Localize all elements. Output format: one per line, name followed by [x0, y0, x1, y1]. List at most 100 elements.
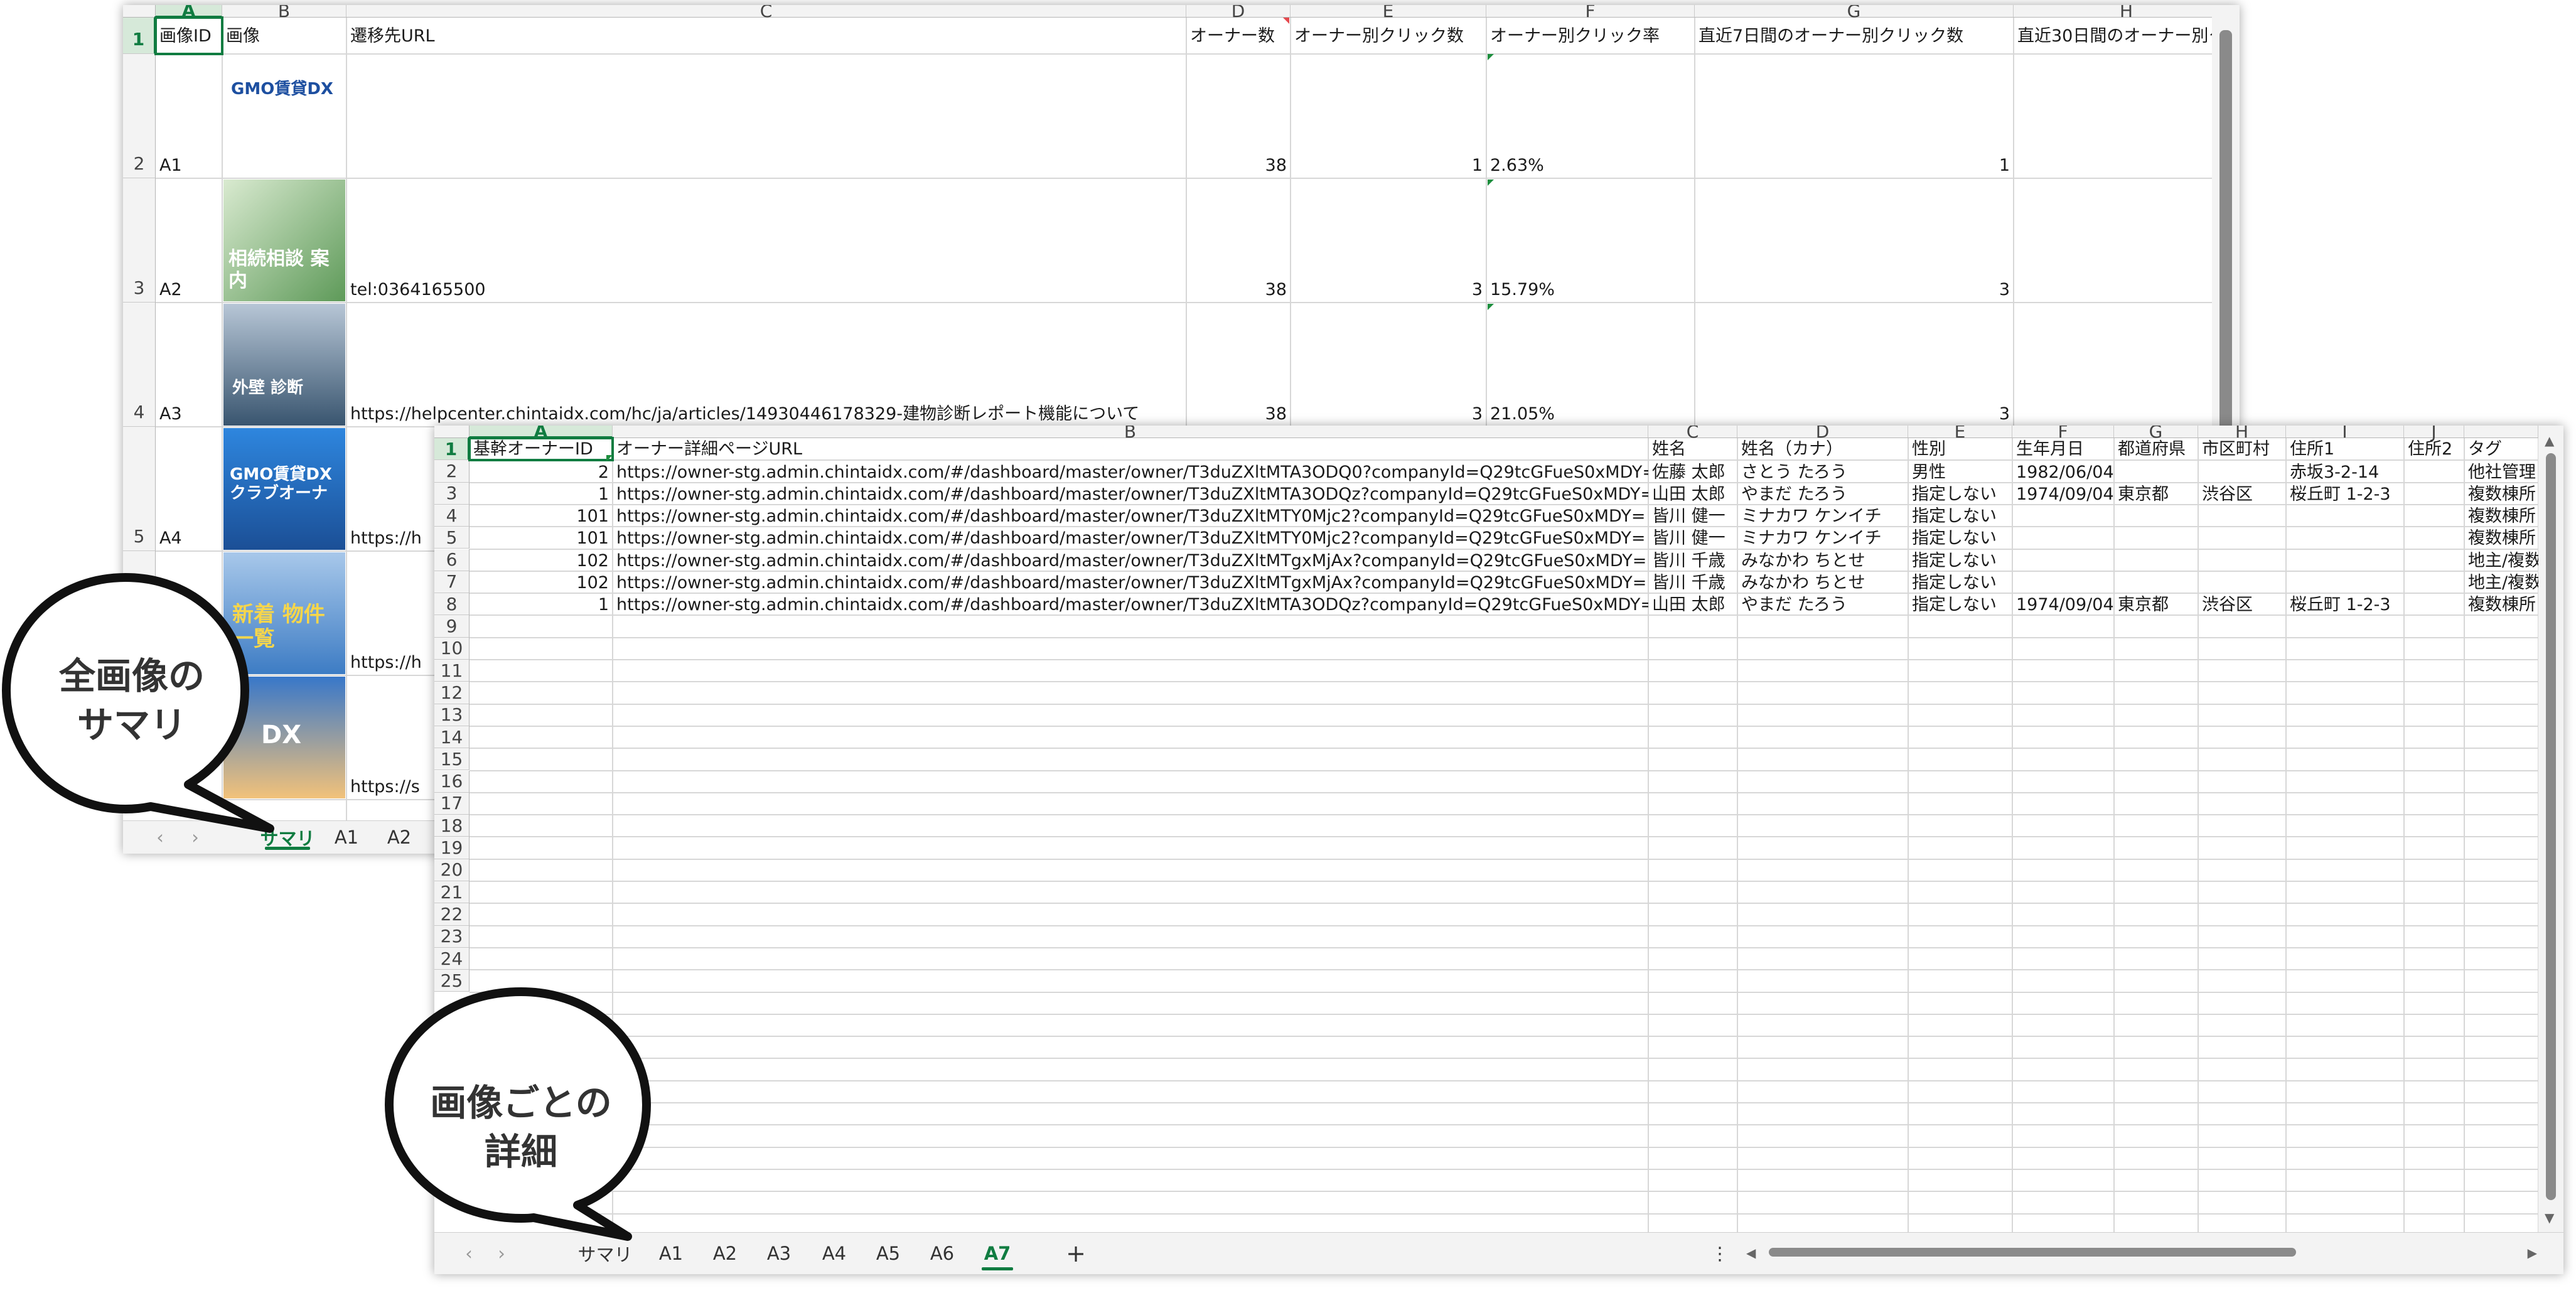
horizontal-scrollbar[interactable]: ◀ ▶ [1746, 1244, 2537, 1260]
detail-col-header-H[interactable]: H [2198, 426, 2286, 442]
detail-header-3[interactable]: 姓名（カナ） [1737, 438, 1908, 460]
detail-cell-r2-c10[interactable]: 他社管理 [2464, 460, 2538, 482]
summary-col-header-B[interactable]: B [222, 5, 346, 21]
detail-header-6[interactable]: 都道府県 [2114, 438, 2198, 460]
summary-cell-F4[interactable]: 21.05% [1486, 303, 1695, 424]
detail-row-header-8[interactable]: 8 [434, 593, 470, 616]
detail-col-header-J[interactable]: J [2404, 426, 2464, 442]
detail-row-header-10[interactable]: 10 [434, 637, 470, 660]
summary-cell-F3[interactable]: 15.79% [1486, 178, 1695, 300]
detail-cell-r5-c1[interactable]: https://owner-stg.admin.chintaidx.com/#/… [613, 527, 1648, 549]
detail-cell-r8-c6[interactable]: 東京都 [2114, 593, 2198, 615]
summary-col-header-C[interactable]: C [346, 5, 1186, 21]
summary-header-F[interactable]: オーナー別クリック率 [1486, 18, 1695, 54]
detail-cell-r7-c1[interactable]: https://owner-stg.admin.chintaidx.com/#/… [613, 571, 1648, 593]
sheet-tab-A4[interactable]: A4 [811, 1233, 857, 1274]
summary-row-header-5[interactable]: 5 [123, 427, 156, 551]
detail-cell-r3-c0[interactable]: 1 [470, 483, 613, 505]
detail-cell-r7-c0[interactable]: 102 [470, 571, 613, 593]
detail-cell-r3-c7[interactable]: 渋谷区 [2198, 483, 2286, 505]
detail-col-header-E[interactable]: E [1908, 426, 2012, 442]
detail-cell-r4-c2[interactable]: 皆川 健一 [1648, 505, 1737, 527]
detail-col-header-I[interactable]: I [2286, 426, 2404, 442]
summary-header-H[interactable]: 直近30日間のオーナー別ク [2014, 18, 2240, 54]
detail-col-header-A[interactable]: A [470, 426, 613, 441]
detail-row-header-24[interactable]: 24 [434, 947, 470, 970]
detail-cell-r7-c10[interactable]: 地主/複数 [2464, 571, 2538, 593]
summary-col-header-A[interactable]: A [156, 5, 222, 21]
detail-cell-r4-c3[interactable]: ミナカワ ケンイチ [1737, 505, 1908, 527]
summary-cell-A3[interactable]: A2 [156, 178, 222, 300]
detail-cell-r3-c8[interactable]: 桜丘町 1-2-3 [2286, 483, 2404, 505]
detail-cell-r2-c5[interactable]: 1982/06/04 [2012, 460, 2114, 482]
detail-row-header-16[interactable]: 16 [434, 770, 470, 793]
summary-header-B[interactable]: 画像 [222, 18, 346, 54]
detail-col-header-K[interactable] [2464, 426, 2538, 438]
summary-cell-C3[interactable]: tel:0364165500 [346, 178, 1186, 300]
detail-cell-r7-c3[interactable]: みなかわ ちとせ [1737, 571, 1908, 593]
detail-header-10[interactable]: タグ [2464, 438, 2538, 460]
sheet-tab-A2[interactable]: A2 [702, 1233, 748, 1274]
detail-cell-r6-c4[interactable]: 指定しない [1908, 549, 2012, 571]
summary-cell-D4[interactable]: 38 [1186, 303, 1291, 424]
summary-image-thumbnail[interactable]: GMO賃貸DX [223, 55, 345, 177]
summary-cell-A4[interactable]: A3 [156, 303, 222, 424]
detail-header-2[interactable]: 姓名 [1648, 438, 1737, 460]
detail-cell-r5-c4[interactable]: 指定しない [1908, 527, 2012, 549]
summary-cell-C4[interactable]: https://helpcenter.chintaidx.com/hc/ja/a… [346, 303, 1186, 424]
summary-cell-G4[interactable]: 3 [1695, 303, 2014, 424]
detail-cell-r8-c3[interactable]: やまだ たろう [1737, 593, 1908, 615]
detail-cell-r6-c0[interactable]: 102 [470, 549, 613, 571]
detail-cell-r7-c4[interactable]: 指定しない [1908, 571, 2012, 593]
detail-vertical-scrollbar[interactable]: ▲ ▼ [2538, 426, 2563, 1233]
scroll-down-arrow-icon[interactable]: ▼ [2545, 1210, 2554, 1225]
detail-header-8[interactable]: 住所1 [2286, 438, 2404, 460]
detail-cell-r8-c1[interactable]: https://owner-stg.admin.chintaidx.com/#/… [613, 593, 1648, 615]
detail-row-header-6[interactable]: 6 [434, 549, 470, 571]
detail-cell-r8-c0[interactable]: 1 [470, 593, 613, 615]
detail-header-7[interactable]: 市区町村 [2198, 438, 2286, 460]
detail-row-header-23[interactable]: 23 [434, 925, 470, 948]
summary-cell-D3[interactable]: 38 [1186, 178, 1291, 300]
detail-cell-r2-c8[interactable]: 赤坂3-2-14 [2286, 460, 2404, 482]
detail-cell-r8-c4[interactable]: 指定しない [1908, 593, 2012, 615]
summary-image-thumbnail[interactable]: 外壁 診断 [223, 304, 345, 426]
summary-col-header-H[interactable]: H [2014, 5, 2240, 21]
detail-col-header-C[interactable]: C [1648, 426, 1737, 442]
summary-cell-D2[interactable]: 38 [1186, 54, 1291, 176]
detail-row-header-19[interactable]: 19 [434, 837, 470, 859]
summary-row-header-2[interactable]: 2 [123, 54, 156, 178]
detail-header-4[interactable]: 性別 [1908, 438, 2012, 460]
detail-header-9[interactable]: 住所2 [2404, 438, 2464, 460]
detail-col-header-D[interactable]: D [1737, 426, 1908, 442]
add-sheet-button[interactable]: + [1057, 1233, 1095, 1274]
detail-cell-r8-c2[interactable]: 山田 太郎 [1648, 593, 1737, 615]
detail-row-header-7[interactable]: 7 [434, 571, 470, 594]
detail-row-header-12[interactable]: 12 [434, 682, 470, 704]
detail-cell-r2-c2[interactable]: 佐藤 太郎 [1648, 460, 1737, 482]
sheet-tab-A6[interactable]: A6 [919, 1233, 965, 1274]
detail-cell-r5-c2[interactable]: 皆川 健一 [1648, 527, 1737, 549]
detail-row-header-1[interactable]: 1 [434, 438, 470, 461]
summary-row-header-3[interactable]: 3 [123, 178, 156, 303]
detail-row-header-20[interactable]: 20 [434, 859, 470, 881]
summary-cell-G2[interactable]: 1 [1695, 54, 2014, 176]
sheet-tab-A7[interactable]: A7 [974, 1233, 1021, 1274]
scroll-up-arrow-icon[interactable]: ▲ [2545, 433, 2554, 448]
detail-col-header-G[interactable]: G [2114, 426, 2198, 442]
detail-cell-r5-c10[interactable]: 複数棟所 [2464, 527, 2538, 549]
summary-col-header-E[interactable]: E [1291, 5, 1486, 21]
scroll-left-arrow-icon[interactable]: ◀ [1746, 1245, 1756, 1260]
detail-cell-r2-c3[interactable]: さとう たろう [1737, 460, 1908, 482]
detail-cell-r2-c1[interactable]: https://owner-stg.admin.chintaidx.com/#/… [613, 460, 1648, 482]
detail-cell-r3-c6[interactable]: 東京都 [2114, 483, 2198, 505]
summary-col-header-D[interactable]: D [1186, 5, 1291, 21]
summary-cell-A2[interactable]: A1 [156, 54, 222, 176]
detail-header-1[interactable]: オーナー詳細ページURL [613, 438, 1648, 460]
detail-cell-r6-c1[interactable]: https://owner-stg.admin.chintaidx.com/#/… [613, 549, 1648, 571]
summary-cell-F2[interactable]: 2.63% [1486, 54, 1695, 176]
summary-cell-G3[interactable]: 3 [1695, 178, 2014, 300]
detail-cell-r6-c10[interactable]: 地主/複数 [2464, 549, 2538, 571]
sheet-tab-A3[interactable]: A3 [756, 1233, 802, 1274]
detail-cell-r5-c0[interactable]: 101 [470, 527, 613, 549]
